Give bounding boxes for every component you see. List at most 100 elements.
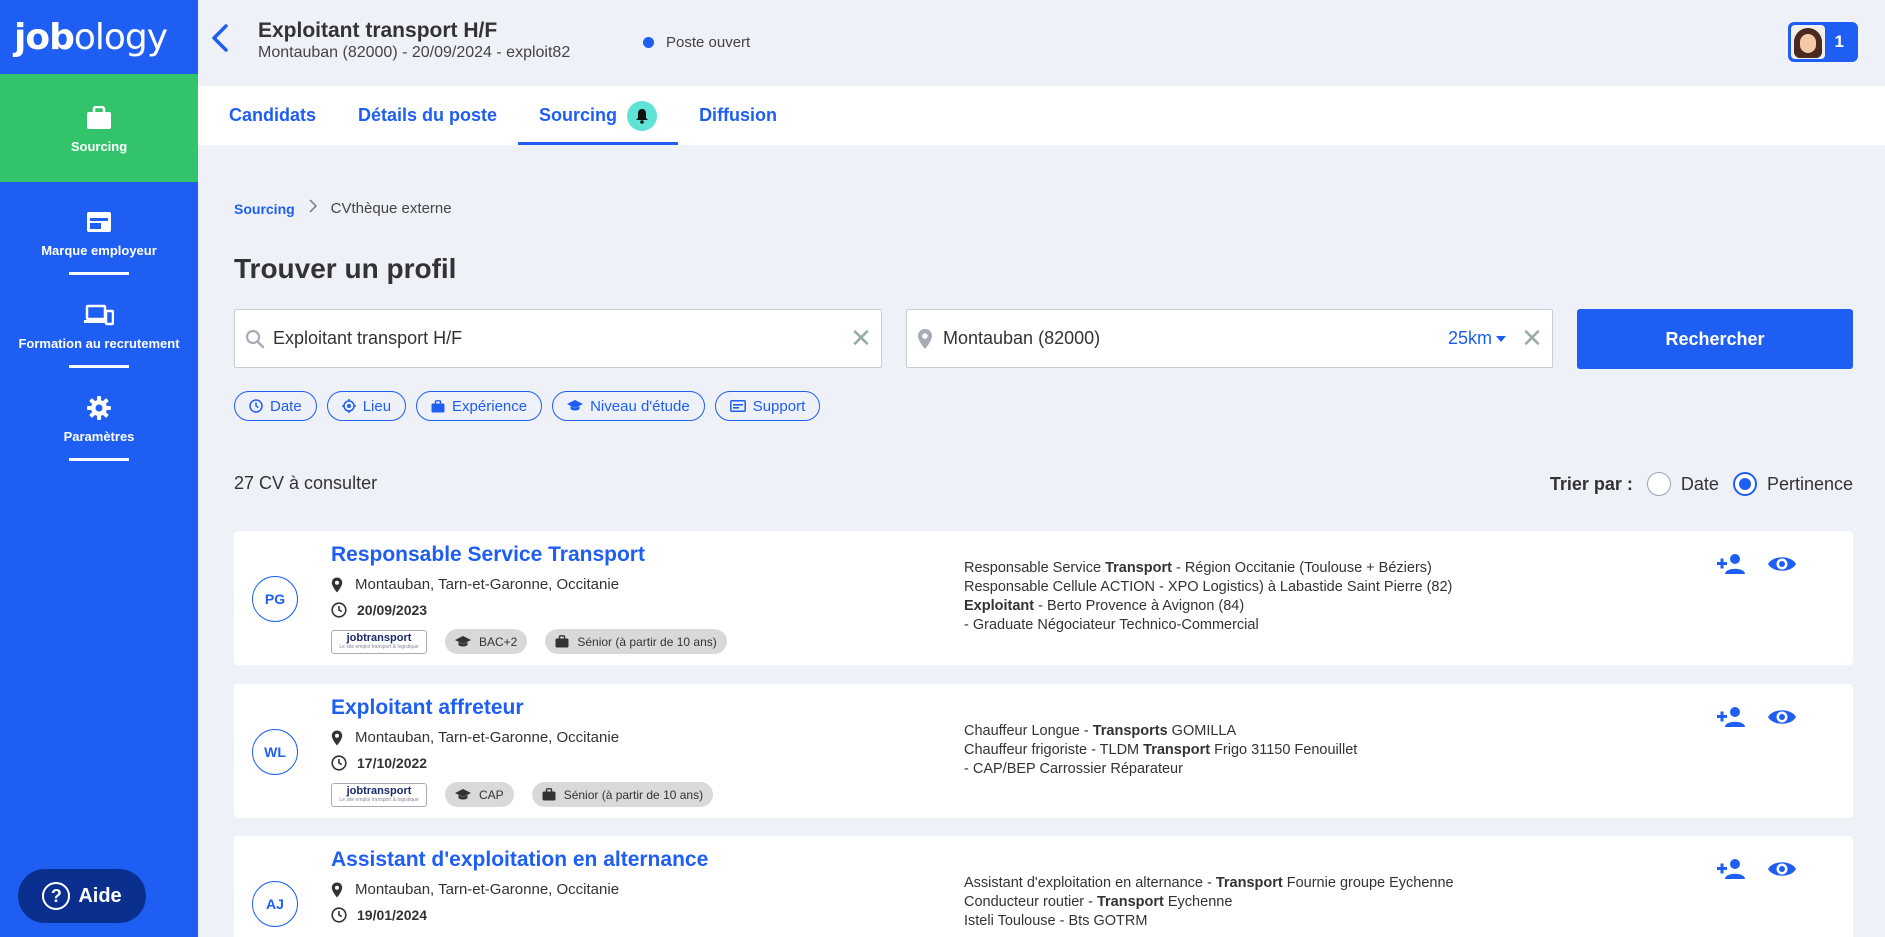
graduation-cap-icon [455,788,471,801]
results-count: 27 CV à consulter [234,473,378,493]
source-logo-text: jobtransport [346,785,412,797]
experience-line: Responsable Cellule ACTION - XPO Logisti… [964,579,1453,595]
experience-line: Conducteur routier - Transport Eychenne [964,894,1233,910]
radius-value: 25km [1447,328,1492,348]
sidebar-item-label: Paramètres [63,428,135,444]
app-logo[interactable]: job ology [0,0,198,74]
cv-location-text: Montauban, Tarn-et-Garonne, Occitanie [355,729,620,746]
tab-sourcing[interactable]: Sourcing [518,86,679,145]
cv-location: Montauban, Tarn-et-Garonne, Occitanie [331,729,619,746]
job-title: Exploitant transport H/F [258,19,498,42]
location-pin-icon [331,730,343,746]
candidate-initials: PG [252,576,298,622]
candidate-initials: WL [252,729,298,775]
help-icon: ? [42,882,71,910]
filter-label: Date [270,397,302,415]
sort-label: Trier par : [1549,473,1633,494]
cv-experience-list: Responsable Service Transport - Région O… [964,559,1452,635]
sort-date-radio[interactable] [1646,472,1671,496]
sort-option-label: Pertinence [1766,473,1853,494]
cv-location-text: Montauban, Tarn-et-Garonne, Occitanie [355,881,620,898]
sidebar-item-parametres[interactable]: Paramètres [0,368,198,458]
sort-pertinence-radio[interactable] [1732,472,1757,496]
add-person-icon[interactable] [1717,706,1747,733]
eye-icon[interactable] [1767,858,1797,885]
cv-date-text: 17/10/2022 [357,755,428,771]
filter-experience[interactable]: Expérience [416,391,543,421]
location-pin-icon [331,577,343,593]
graduation-cap-icon [455,635,471,648]
filter-label: Niveau d'étude [590,397,690,415]
location-input[interactable] [943,328,1448,349]
sidebar-divider [69,458,129,461]
clock-icon [331,907,347,923]
filter-label: Expérience [452,397,528,415]
cv-card[interactable]: AJ Assistant d'exploitation en alternanc… [234,836,1853,937]
cv-actions [1717,858,1797,885]
sort-option-pertinence[interactable]: Pertinence [1732,472,1853,496]
experience-line: Chauffeur Longue - Transports GOMILLA [964,723,1237,739]
experience-line: Chauffeur frigoriste - TLDM Transport Fr… [964,742,1358,758]
clear-location-icon[interactable]: ✕ [1512,323,1552,354]
filter-bar: Date Lieu Expérience Niveau d'étude Supp… [234,391,821,421]
page-title: Trouver un profil [234,253,457,284]
education-tag: BAC+2 [445,629,528,654]
tab-candidats[interactable]: Candidats [208,86,337,145]
cv-card[interactable]: PG Responsable Service Transport Montaub… [234,531,1853,665]
sidebar-item-marque-employeur[interactable]: Marque employeur [0,182,198,272]
search-button[interactable]: Rechercher [1577,309,1853,369]
experience-line: Isteli Toulouse - Bts GOTRM [964,913,1148,929]
filter-niveau-etude[interactable]: Niveau d'étude [552,391,705,421]
chevron-right-icon [309,199,317,218]
eye-icon[interactable] [1767,706,1797,733]
add-person-icon[interactable] [1717,553,1747,580]
job-status: Poste ouvert [643,34,750,51]
cv-title[interactable]: Responsable Service Transport [331,543,645,567]
logo-main: job [14,16,75,58]
source-logo-tagline: Le site emploi transport & logistique [339,644,419,650]
cv-actions [1717,706,1797,733]
cv-date: 17/10/2022 [331,755,427,771]
filter-date[interactable]: Date [234,391,317,421]
logo-rest: ology [73,16,168,58]
location-field: 25km ✕ [906,309,1553,368]
avatar [1791,25,1825,59]
tab-details-du-poste[interactable]: Détails du poste [337,86,518,145]
tab-label: Diffusion [699,105,778,125]
sidebar-item-sourcing[interactable]: Sourcing [0,74,198,182]
experience-line: - CAP/BEP Carrossier Réparateur [964,761,1183,777]
sidebar-item-formation[interactable]: Formation au recrutement [0,275,198,365]
experience-line: Exploitant - Berto Provence à Avignon (8… [964,598,1245,614]
help-button[interactable]: ? Aide [18,869,146,923]
cv-location-text: Montauban, Tarn-et-Garonne, Occitanie [355,576,620,593]
cv-date: 20/09/2023 [331,602,427,618]
sidebar-item-label: Marque employeur [41,242,157,258]
experience-text: Sénior (à partir de 10 ans) [563,787,704,802]
user-menu-button[interactable]: 1 [1788,22,1858,62]
notification-count: 1 [1834,32,1844,51]
caret-down-icon [1496,335,1506,342]
breadcrumb-sourcing[interactable]: Sourcing [234,201,295,217]
breadcrumb: Sourcing CVthèque externe [234,199,452,218]
briefcase-icon [555,635,569,648]
clear-search-icon[interactable]: ✕ [841,323,881,354]
tab-diffusion[interactable]: Diffusion [678,86,798,145]
filter-lieu[interactable]: Lieu [326,391,407,421]
add-person-icon[interactable] [1717,858,1747,885]
back-arrow-icon[interactable] [210,22,230,63]
job-search-input[interactable] [273,328,841,349]
search-icon [245,329,265,349]
filter-support[interactable]: Support [714,391,821,421]
briefcase-icon [84,103,114,133]
cv-card[interactable]: WL Exploitant affreteur Montauban, Tarn-… [234,684,1853,818]
gear-icon [84,393,114,423]
briefcase-icon [431,399,445,413]
cv-title[interactable]: Assistant d'exploitation en alternance [331,848,708,872]
cv-title[interactable]: Exploitant affreteur [331,696,524,720]
sort-option-date[interactable]: Date [1646,472,1719,496]
experience-text: Sénior (à partir de 10 ans) [577,634,717,649]
radius-select[interactable]: 25km [1448,328,1506,349]
target-icon [341,399,356,413]
breadcrumb-current: CVthèque externe [330,200,452,217]
eye-icon[interactable] [1767,553,1797,580]
